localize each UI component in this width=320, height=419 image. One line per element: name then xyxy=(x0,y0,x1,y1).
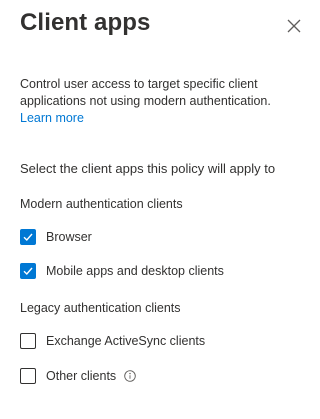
exchange-activesync-label: Exchange ActiveSync clients xyxy=(46,334,206,348)
exchange-activesync-checkbox-row[interactable]: Exchange ActiveSync clients xyxy=(20,333,205,349)
other-clients-checkbox[interactable] xyxy=(20,368,36,384)
info-icon[interactable] xyxy=(124,370,136,382)
checkmark-icon xyxy=(23,267,33,276)
other-clients-checkbox-row[interactable]: Other clients xyxy=(20,368,136,384)
learn-more-link[interactable]: Learn more xyxy=(20,110,84,127)
legacy-auth-label: Legacy authentication clients xyxy=(20,301,181,315)
browser-label: Browser xyxy=(46,230,92,244)
close-button[interactable] xyxy=(282,14,306,38)
description-text: Control user access to target specific c… xyxy=(20,77,271,108)
modern-auth-label: Modern authentication clients xyxy=(20,197,183,211)
other-clients-label: Other clients xyxy=(46,369,117,383)
exchange-activesync-checkbox[interactable] xyxy=(20,333,36,349)
close-icon xyxy=(287,19,301,33)
mobile-desktop-checkbox-row[interactable]: Mobile apps and desktop clients xyxy=(20,263,224,279)
panel-title: Client apps xyxy=(20,9,151,36)
mobile-desktop-checkbox[interactable] xyxy=(20,263,36,279)
mobile-desktop-label: Mobile apps and desktop clients xyxy=(46,264,224,278)
selection-heading: Select the client apps this policy will … xyxy=(20,161,276,176)
browser-checkbox-row[interactable]: Browser xyxy=(20,229,92,245)
checkmark-icon xyxy=(23,233,33,242)
browser-checkbox[interactable] xyxy=(20,229,36,245)
